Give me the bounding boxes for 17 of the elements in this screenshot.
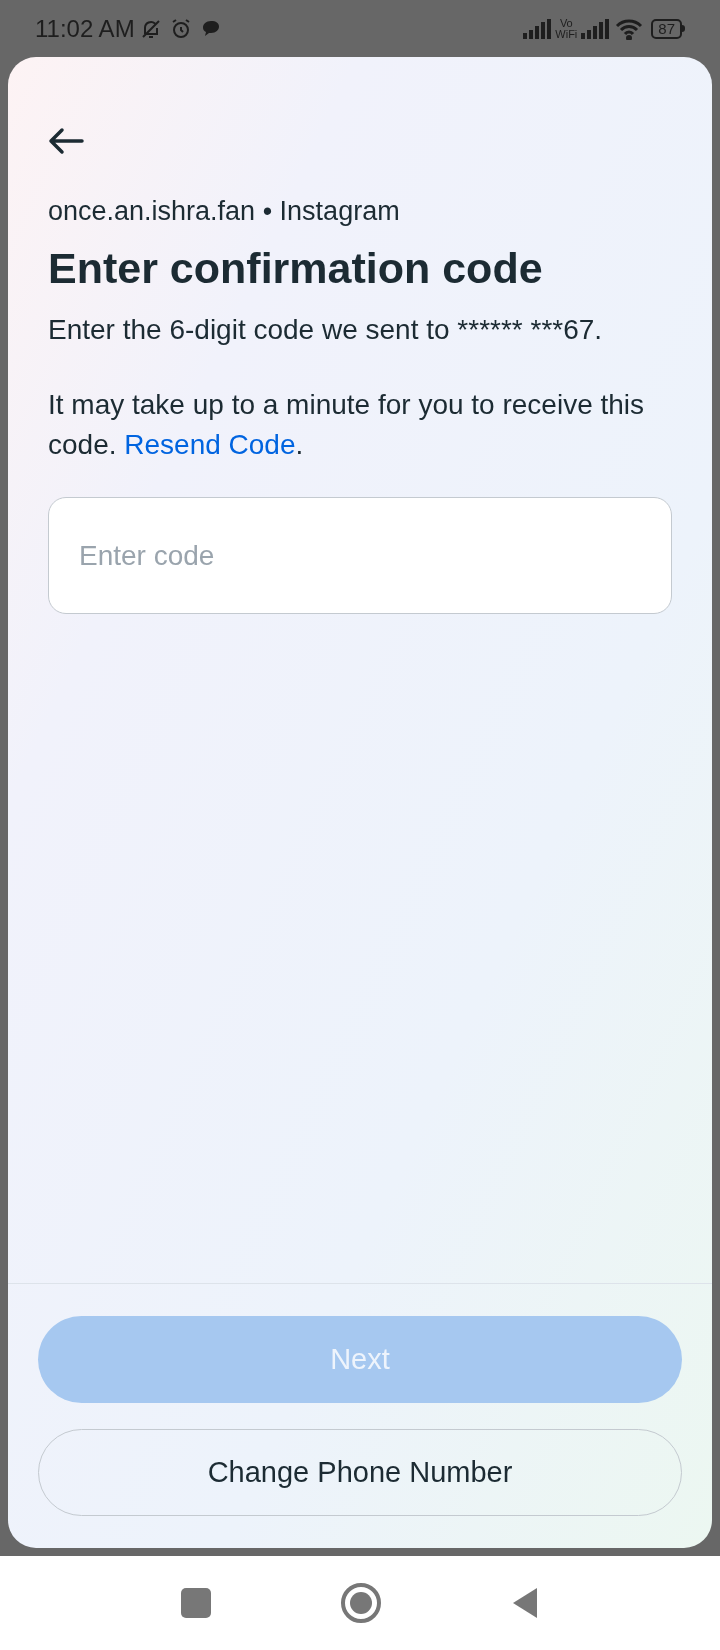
resend-code-link[interactable]: Resend Code	[124, 429, 296, 461]
resend-note: It may take up to a minute for you to receive this code. Resend Code.	[48, 388, 646, 463]
home-icon[interactable]	[341, 1583, 381, 1623]
back-arrow-icon[interactable]	[48, 127, 84, 155]
recent-apps-icon[interactable]	[181, 1588, 211, 1618]
code-input-field[interactable]: Enter code	[48, 497, 672, 615]
wifi-icon	[615, 17, 644, 40]
chat-bubble-icon	[200, 19, 221, 38]
signal-icon	[581, 18, 610, 39]
clock-time: 11:02 AM	[35, 13, 135, 44]
battery-indicator: 87	[651, 18, 685, 39]
page-title: Enter confirmation code	[48, 242, 544, 294]
vowifi-label: Vo WiFi	[554, 17, 579, 40]
account-label: once.an.ishra.fan • Instagram	[48, 195, 401, 228]
back-icon[interactable]	[511, 1587, 539, 1619]
signal-icon	[523, 18, 552, 39]
instruction-text: Enter the 6-digit code we sent to ****** ***67.	[48, 313, 604, 348]
